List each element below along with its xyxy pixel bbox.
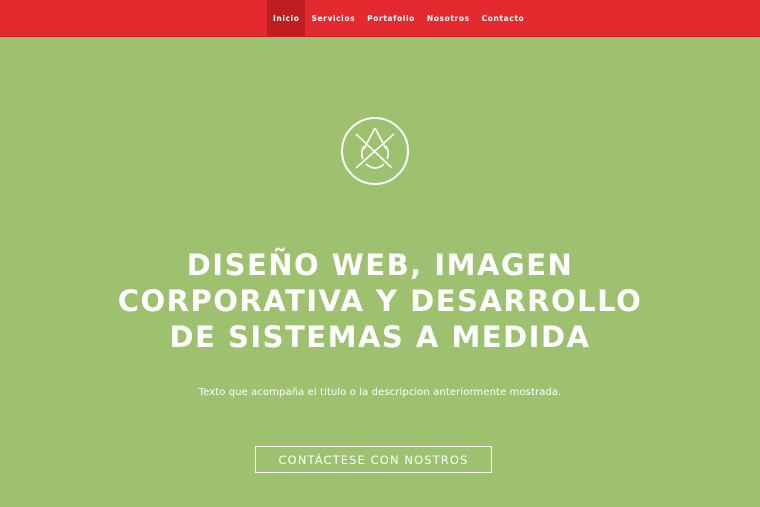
hero-section: DISEÑO WEB, IMAGEN CORPORATIVA Y DESARRO…	[0, 37, 760, 507]
top-navbar: Inicio Servicios Portafolio Nosotros Con…	[0, 0, 760, 37]
hero-title: DISEÑO WEB, IMAGEN CORPORATIVA Y DESARRO…	[60, 247, 700, 355]
nav-menu: Inicio Servicios Portafolio Nosotros Con…	[267, 0, 530, 36]
hero-title-line-3: DE SISTEMAS A MEDIDA	[169, 320, 591, 354]
nav-item-contacto[interactable]: Contacto	[476, 0, 531, 36]
hero-subtitle: Texto que acompaña el titulo o la descri…	[198, 387, 562, 398]
nav-item-servicios[interactable]: Servicios	[305, 0, 361, 36]
droplet-crossed-circle-icon	[341, 117, 409, 185]
hero-title-line-2: CORPORATIVA Y DESARROLLO	[117, 284, 643, 318]
contact-us-button[interactable]: CONTÁCTESE CON NOSTROS	[255, 446, 492, 473]
nav-item-portafolio[interactable]: Portafolio	[361, 0, 421, 36]
nav-item-nosotros[interactable]: Nosotros	[421, 0, 476, 36]
nav-item-inicio[interactable]: Inicio	[267, 0, 306, 36]
hero-title-line-1: DISEÑO WEB, IMAGEN	[186, 248, 574, 282]
